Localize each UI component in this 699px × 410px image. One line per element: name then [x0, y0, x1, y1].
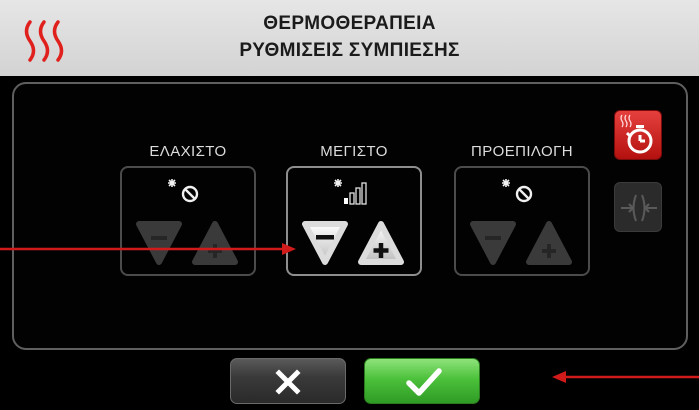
heat-timer-button[interactable] [614, 110, 662, 160]
confirm-button[interactable] [364, 358, 480, 404]
annotation-arrow-right [552, 371, 699, 383]
cancel-button[interactable] [230, 358, 346, 404]
min-setting-box [120, 166, 256, 276]
preset-setting-box [454, 166, 590, 276]
compression-off-icon [168, 179, 199, 203]
close-icon [275, 369, 301, 395]
max-label: ΜΕΓΙΣΤΟ [320, 143, 388, 160]
preset-label: ΠΡΟΕΠΙΛΟΓΗ [471, 143, 573, 160]
release-compression-icon [621, 194, 657, 222]
max-decrease-button[interactable] [300, 220, 350, 266]
heat-timer-icon [620, 114, 653, 154]
min-label: ΕΛΑΧΙΣΤΟ [149, 143, 227, 160]
max-increase-button[interactable] [356, 220, 406, 266]
page-subtitle: ΡΥΘΜΙΣΕΙΣ ΣΥΜΠΙΕΣΗΣ [239, 40, 460, 61]
header-bar: ΘΕΡΜΟΘΕΡΑΠΕΙΑ ΡΥΘΜΙΣΕΙΣ ΣΥΜΠΙΕΣΗΣ [0, 0, 699, 76]
check-icon [406, 368, 442, 396]
preset-decrease-button[interactable] [468, 220, 518, 266]
annotation-arrow-left [0, 243, 296, 255]
page-title: ΘΕΡΜΟΘΕΡΑΠΕΙΑ [263, 13, 436, 34]
compression-off-icon [502, 179, 533, 203]
release-compression-button[interactable] [614, 182, 662, 232]
preset-increase-button[interactable] [524, 220, 574, 266]
compression-level-icon [334, 179, 367, 205]
max-setting-box [286, 166, 422, 276]
